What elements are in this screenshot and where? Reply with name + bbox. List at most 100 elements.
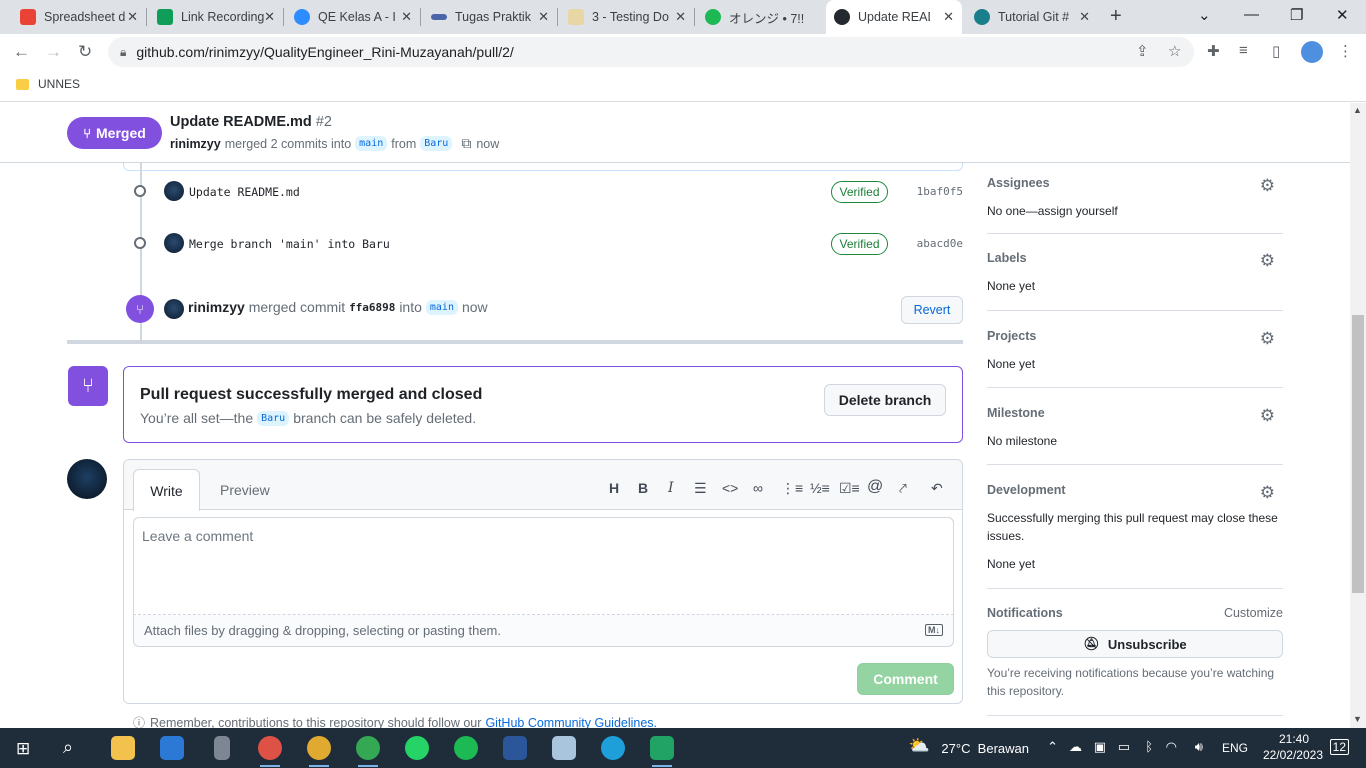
- base-branch[interactable]: main: [355, 136, 388, 151]
- gear-icon[interactable]: ⚙: [1260, 483, 1275, 503]
- close-icon[interactable]: ✕: [127, 9, 138, 25]
- quote-icon[interactable]: ☰: [694, 480, 707, 497]
- merge-user-link[interactable]: rinimzyy: [188, 299, 245, 315]
- chrome-icon[interactable]: [258, 736, 282, 767]
- guidelines-link[interactable]: GitHub Community Guidelines.: [485, 716, 657, 729]
- browser-tab-spotify[interactable]: オレンジ • 7!!: [697, 0, 825, 34]
- clock-date[interactable]: 22/02/2023: [1263, 748, 1323, 762]
- reload-icon[interactable]: ↻: [78, 42, 92, 62]
- gear-icon[interactable]: ⚙: [1260, 176, 1275, 196]
- gear-icon[interactable]: ⚙: [1260, 406, 1275, 426]
- meet-icon[interactable]: ▣: [1094, 739, 1106, 755]
- menu-icon[interactable]: ⋮: [1338, 42, 1353, 60]
- link-icon[interactable]: ∞: [753, 480, 763, 496]
- close-icon[interactable]: ✕: [1079, 9, 1090, 25]
- weather-text[interactable]: 27°C Berawan: [941, 741, 1029, 756]
- spotify-icon[interactable]: [454, 736, 478, 760]
- bold-icon[interactable]: B: [638, 480, 648, 496]
- commit-sha[interactable]: abacd0e: [917, 237, 963, 250]
- sidebar-value[interactable]: No one—assign yourself: [987, 202, 1283, 220]
- scroll-down-icon[interactable]: ▼: [1353, 714, 1362, 724]
- excel-icon[interactable]: [650, 736, 674, 767]
- browser-tab-gmail[interactable]: Spreadsheet d ✕: [12, 0, 146, 34]
- minimize-button[interactable]: —: [1244, 6, 1259, 23]
- search-icon[interactable]: ⌕: [63, 737, 73, 758]
- gear-icon[interactable]: ⚙: [1260, 251, 1275, 271]
- avatar[interactable]: [164, 233, 184, 253]
- commit-sha[interactable]: 1baf0f5: [917, 185, 963, 198]
- tab-write[interactable]: Write: [133, 469, 200, 511]
- code-icon[interactable]: <>: [722, 480, 738, 496]
- revert-button[interactable]: Revert: [901, 296, 963, 324]
- maximize-button[interactable]: ❐: [1290, 6, 1303, 24]
- scroll-up-icon[interactable]: ▲: [1353, 105, 1362, 115]
- language-indicator[interactable]: ENG: [1222, 741, 1248, 755]
- comment-textarea[interactable]: Leave a comment: [133, 517, 954, 615]
- clock-time[interactable]: 21:40: [1279, 732, 1309, 746]
- tab-search-icon[interactable]: ⌄: [1198, 6, 1211, 24]
- tab-preview[interactable]: Preview: [220, 482, 270, 498]
- share-icon[interactable]: ⇪: [1136, 42, 1149, 60]
- ordered-list-icon[interactable]: ½≡: [810, 480, 830, 496]
- head-branch[interactable]: Baru: [420, 136, 453, 151]
- browser-tab-sheets[interactable]: Link Recording ✕: [149, 0, 283, 34]
- close-icon[interactable]: ✕: [943, 9, 954, 25]
- close-icon[interactable]: ✕: [264, 9, 275, 25]
- wifi-icon[interactable]: ◠: [1166, 739, 1177, 755]
- file-explorer-icon[interactable]: [111, 736, 135, 760]
- chrome-profile-icon[interactable]: [307, 736, 331, 767]
- omnibox[interactable]: 🔒︎ github.com/rinimzyy/QualityEngineer_R…: [108, 37, 1194, 67]
- extensions-icon[interactable]: ✚: [1207, 42, 1220, 60]
- chevron-up-icon[interactable]: ⌃: [1047, 739, 1058, 755]
- bluetooth-icon[interactable]: ᛒ: [1145, 739, 1153, 754]
- onedrive-icon[interactable]: ☁: [1069, 739, 1082, 755]
- new-tab-button[interactable]: +: [1110, 5, 1122, 28]
- close-icon[interactable]: ✕: [538, 9, 549, 25]
- reply-icon[interactable]: ↶: [931, 480, 943, 497]
- chrome-profile-icon[interactable]: [356, 736, 380, 767]
- comment-button[interactable]: Comment: [857, 663, 954, 695]
- pr-author-link[interactable]: rinimzyy: [170, 137, 221, 151]
- task-list-icon[interactable]: ☑≡: [839, 480, 860, 497]
- italic-icon[interactable]: I: [668, 480, 674, 496]
- reference-icon[interactable]: ⤤: [899, 480, 907, 497]
- store-icon[interactable]: [160, 736, 184, 760]
- bookmark-folder-unnes[interactable]: UNNES: [16, 77, 80, 91]
- weather-icon[interactable]: ⛅: [909, 736, 930, 756]
- markdown-icon[interactable]: M↓: [925, 624, 943, 636]
- back-icon[interactable]: ←: [13, 42, 30, 62]
- delete-branch-button[interactable]: Delete branch: [824, 384, 946, 416]
- verified-badge[interactable]: Verified: [831, 181, 888, 203]
- commit-message[interactable]: Merge branch 'main' into Baru: [189, 237, 390, 251]
- merge-commit-sha[interactable]: ffa6898: [349, 301, 395, 314]
- close-icon[interactable]: ✕: [675, 9, 686, 25]
- close-window-button[interactable]: ✕: [1336, 6, 1349, 24]
- bookmark-star-icon[interactable]: ☆: [1168, 42, 1181, 60]
- media-icon[interactable]: ≡: [1239, 42, 1248, 59]
- windows-start-icon[interactable]: ⊞: [16, 739, 30, 759]
- avatar[interactable]: [67, 459, 107, 499]
- battery-icon[interactable]: ▭: [1118, 739, 1130, 755]
- unsubscribe-button[interactable]: 🔕︎ Unsubscribe: [987, 630, 1283, 658]
- profile-avatar[interactable]: [1301, 41, 1323, 63]
- heading-icon[interactable]: H: [609, 480, 619, 496]
- notification-center-icon[interactable]: 12: [1329, 739, 1349, 755]
- commit-message[interactable]: Update README.md: [189, 185, 300, 199]
- copy-icon[interactable]: ⧉: [461, 135, 471, 152]
- volume-icon[interactable]: 🔊︎: [1195, 739, 1203, 755]
- close-icon[interactable]: ✕: [401, 9, 412, 25]
- customize-link[interactable]: Customize: [1224, 606, 1283, 620]
- edge-icon[interactable]: [601, 736, 625, 760]
- browser-tab-github-active[interactable]: Update READ ✕: [826, 0, 962, 34]
- word-icon[interactable]: [503, 736, 527, 760]
- verified-badge[interactable]: Verified: [831, 233, 888, 255]
- deletable-branch[interactable]: Baru: [257, 410, 290, 426]
- unordered-list-icon[interactable]: ⋮≡: [781, 480, 803, 497]
- browser-tab-testing[interactable]: 3 - Testing Do ✕: [560, 0, 694, 34]
- notepad-icon[interactable]: [552, 736, 576, 760]
- forward-icon[interactable]: →: [45, 42, 62, 62]
- app-icon[interactable]: [214, 736, 230, 760]
- scrollbar-thumb[interactable]: [1352, 315, 1364, 593]
- browser-tab-zoom[interactable]: QE Kelas A - I ✕: [286, 0, 420, 34]
- avatar[interactable]: [164, 299, 184, 319]
